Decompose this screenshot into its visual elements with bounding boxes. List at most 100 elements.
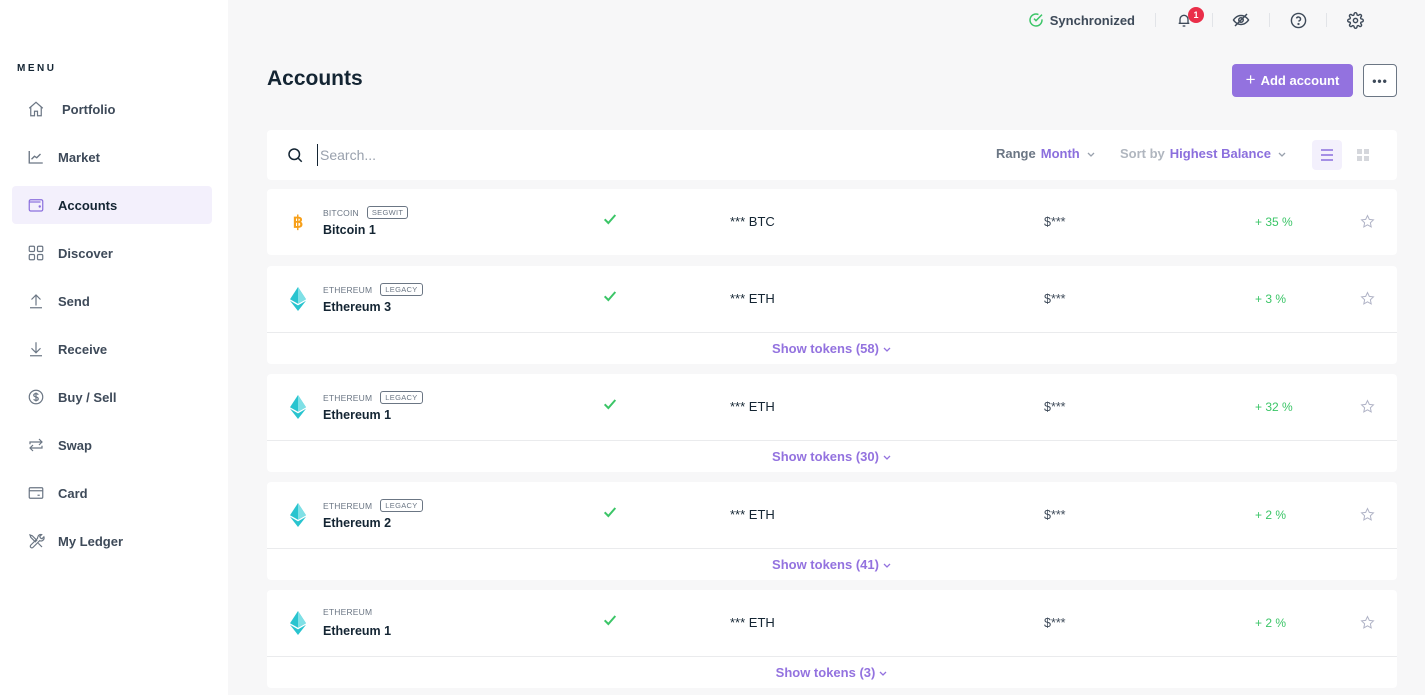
fiat-balance: $***	[1044, 292, 1066, 306]
home-icon	[26, 99, 46, 119]
sort-label: Sort by	[1120, 146, 1165, 161]
list-icon	[1321, 149, 1333, 161]
sidebar-item-buy-sell[interactable]: Buy / Sell	[12, 378, 212, 416]
add-account-button[interactable]: + Add account	[1232, 64, 1353, 97]
list-view-toggle[interactable]	[1312, 140, 1342, 170]
arrow-up-icon	[26, 291, 46, 311]
search-icon	[286, 146, 304, 169]
chevron-down-icon	[883, 455, 891, 460]
notifications-button[interactable]: 1	[1156, 5, 1212, 35]
account-card[interactable]: ETHEREUM Ethereum 1 *** ETH $*** + 2 % S…	[267, 590, 1397, 688]
show-tokens-button[interactable]: Show tokens (30)	[267, 440, 1397, 472]
grid-icon	[26, 243, 46, 263]
sidebar-nav: Portfolio Market Accounts Discover Send	[12, 90, 212, 570]
show-tokens-button[interactable]: Show tokens (3)	[267, 656, 1397, 688]
sidebar-item-receive[interactable]: Receive	[12, 330, 212, 368]
search-filter-bar: Range Month Sort by Highest Balance	[267, 130, 1397, 180]
sidebar-item-label: Receive	[58, 341, 108, 357]
account-row[interactable]: ETHEREUM LEGACY Ethereum 2 *** ETH $*** …	[267, 482, 1397, 548]
topbar: Synchronized 1	[1028, 0, 1425, 40]
sidebar-item-label: Card	[58, 485, 88, 501]
ethereum-icon	[288, 503, 308, 527]
sort-dropdown[interactable]: Sort by Highest Balance	[1120, 146, 1287, 161]
fiat-balance: $***	[1044, 400, 1066, 414]
swap-icon	[26, 435, 46, 455]
settings-button[interactable]	[1327, 5, 1383, 35]
account-row[interactable]: ฿ BITCOIN SEGWIT Bitcoin 1 *** BTC $*** …	[267, 189, 1397, 255]
search-input[interactable]	[317, 144, 917, 166]
range-label: Range	[996, 146, 1036, 161]
sidebar-item-portfolio[interactable]: Portfolio	[12, 90, 212, 128]
account-balance: *** ETH	[730, 507, 775, 522]
star-icon[interactable]	[1360, 214, 1375, 234]
hide-balances-button[interactable]	[1213, 5, 1269, 35]
star-icon[interactable]	[1360, 507, 1375, 527]
sidebar-item-label: Buy / Sell	[58, 389, 117, 405]
show-tokens-button[interactable]: Show tokens (58)	[267, 332, 1397, 364]
currency-info: ETHEREUM LEGACY	[323, 499, 423, 512]
help-icon	[1290, 12, 1306, 28]
sidebar-item-label: Discover	[58, 245, 113, 261]
ethereum-icon	[288, 395, 308, 419]
grid-view-toggle[interactable]	[1348, 140, 1378, 170]
account-row[interactable]: ETHEREUM LEGACY Ethereum 3 *** ETH $*** …	[267, 266, 1397, 332]
account-card[interactable]: ETHEREUM LEGACY Ethereum 2 *** ETH $*** …	[267, 482, 1397, 580]
fiat-balance: $***	[1044, 616, 1066, 630]
sync-status[interactable]: Synchronized	[1028, 12, 1135, 28]
sidebar-item-send[interactable]: Send	[12, 282, 212, 320]
star-icon[interactable]	[1360, 615, 1375, 635]
wallet-icon	[26, 195, 46, 215]
account-balance: *** ETH	[730, 399, 775, 414]
account-name: Ethereum 2	[323, 516, 392, 530]
sidebar-item-label: Market	[58, 149, 100, 165]
account-card[interactable]: ฿ BITCOIN SEGWIT Bitcoin 1 *** BTC $*** …	[267, 189, 1397, 255]
sidebar-item-label: Send	[58, 293, 90, 309]
check-icon	[602, 504, 618, 525]
balance-change: + 35 %	[1255, 215, 1293, 229]
account-name: Ethereum 3	[323, 300, 392, 314]
sidebar-item-label: Accounts	[58, 197, 118, 213]
check-icon	[602, 288, 618, 309]
help-button[interactable]	[1270, 5, 1326, 35]
chevron-down-icon	[879, 671, 887, 676]
gear-icon	[1346, 11, 1364, 29]
sidebar-item-market[interactable]: Market	[12, 138, 212, 176]
sidebar-item-card[interactable]: Card	[12, 474, 212, 512]
more-options-button[interactable]: •••	[1363, 64, 1397, 97]
sidebar-item-my-ledger[interactable]: My Ledger	[12, 522, 212, 560]
sidebar: MENU Portfolio Market Accounts Discover	[0, 0, 228, 695]
sidebar-item-label: My Ledger	[58, 533, 124, 549]
account-row[interactable]: ETHEREUM LEGACY Ethereum 1 *** ETH $*** …	[267, 374, 1397, 440]
check-icon	[602, 396, 618, 417]
show-tokens-button[interactable]: Show tokens (41)	[267, 548, 1397, 580]
tools-icon	[26, 531, 46, 551]
notification-badge: 1	[1188, 7, 1204, 23]
sidebar-item-swap[interactable]: Swap	[12, 426, 212, 464]
ethereum-icon	[288, 287, 308, 311]
star-icon[interactable]	[1360, 291, 1375, 311]
chevron-down-icon	[1278, 152, 1286, 157]
derivation-tag: SEGWIT	[366, 206, 409, 219]
card-icon	[26, 483, 46, 503]
star-icon[interactable]	[1360, 399, 1375, 419]
balance-change: + 2 %	[1255, 508, 1287, 522]
more-icon: •••	[1372, 73, 1388, 88]
account-balance: *** ETH	[730, 291, 775, 306]
show-tokens-label: Show tokens (58)	[772, 341, 879, 356]
account-card[interactable]: ETHEREUM LEGACY Ethereum 3 *** ETH $*** …	[267, 266, 1397, 364]
account-card[interactable]: ETHEREUM LEGACY Ethereum 1 *** ETH $*** …	[267, 374, 1397, 472]
grid-icon	[1357, 149, 1369, 161]
account-name: Ethereum 1	[323, 408, 392, 422]
account-row[interactable]: ETHEREUM Ethereum 1 *** ETH $*** + 2 %	[267, 590, 1397, 656]
range-value: Month	[1040, 146, 1080, 161]
range-dropdown[interactable]: Range Month	[996, 146, 1096, 161]
account-balance: *** ETH	[730, 615, 775, 630]
sidebar-item-accounts[interactable]: Accounts	[12, 186, 212, 224]
sidebar-item-discover[interactable]: Discover	[12, 234, 212, 272]
derivation-tag: LEGACY	[380, 499, 423, 512]
account-name: Ethereum 1	[323, 624, 392, 638]
svg-text:฿: ฿	[293, 213, 304, 231]
currency-name: ETHEREUM	[323, 500, 373, 511]
add-account-label: Add account	[1260, 73, 1340, 88]
dollar-circle-icon	[26, 387, 46, 407]
